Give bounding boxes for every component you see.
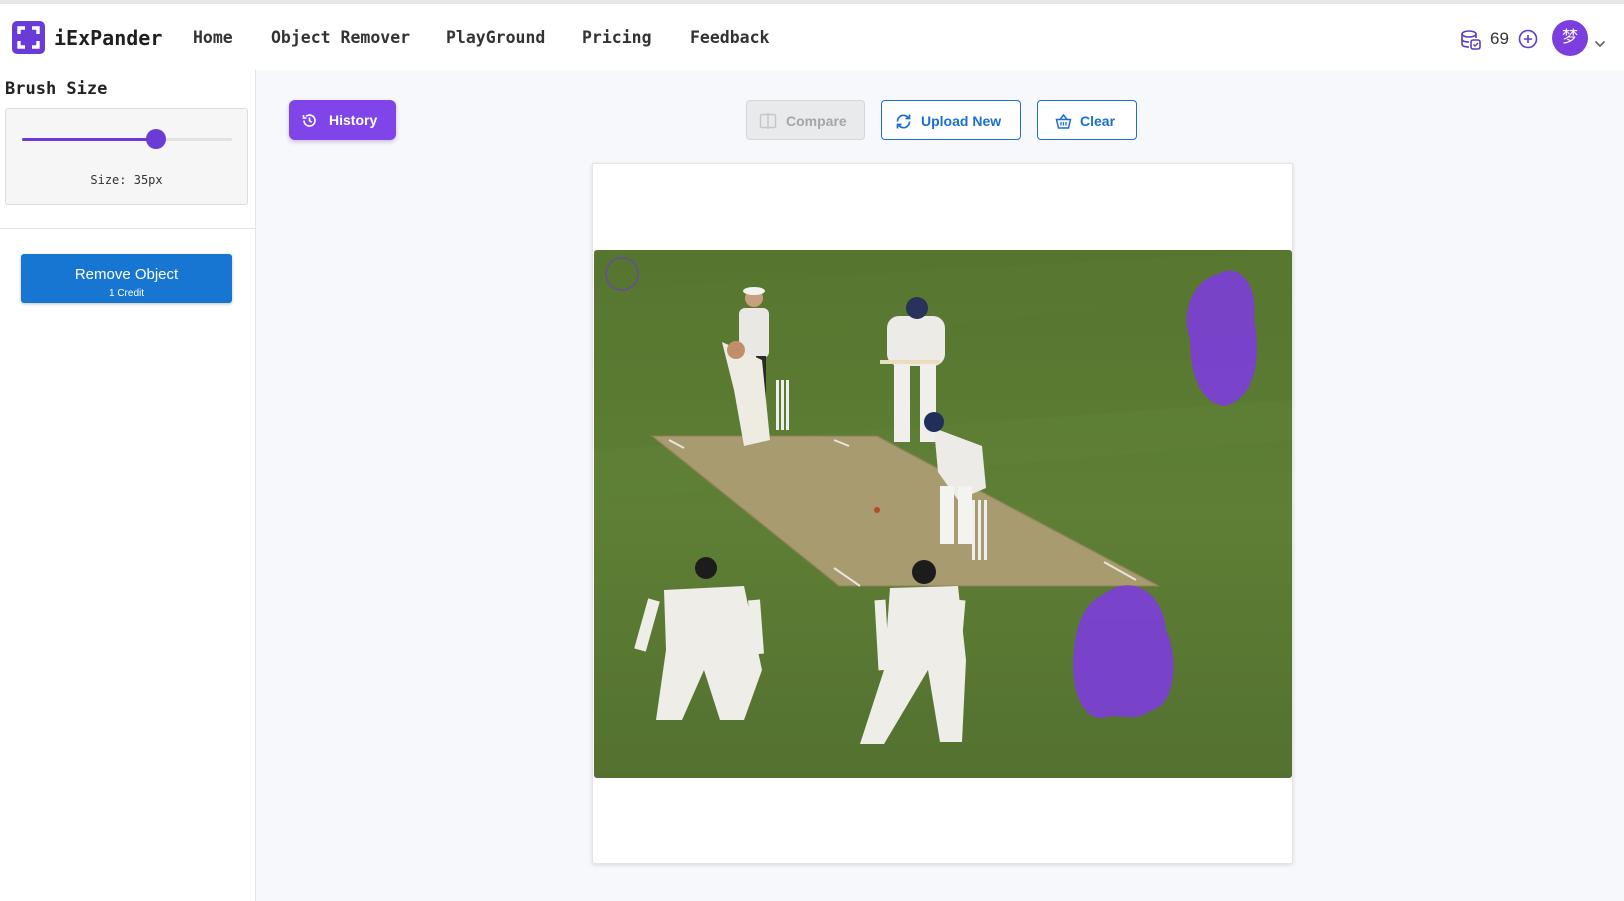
refresh-icon [894,112,913,134]
avatar[interactable]: 梦 [1552,20,1588,56]
nav-playground[interactable]: PlayGround [446,28,545,47]
credit-count: 69 [1490,29,1509,48]
brush-size-panel: Size: 35px [5,108,248,205]
sidebar-divider [0,228,256,229]
cricket-match-image [594,250,1292,778]
nav-object-remover[interactable]: Object Remover [271,28,410,47]
history-button[interactable]: History [289,100,396,140]
nav-feedback[interactable]: Feedback [690,28,769,47]
brush-size-title: Brush Size [5,79,108,99]
history-label: History [329,112,378,128]
brush-size-slider-fill [22,138,157,141]
top-navbar: iExPander Home Object Remover PlayGround… [0,4,1624,70]
brand-name[interactable]: iExPander [54,26,162,50]
editor-canvas[interactable] [592,163,1293,864]
brush-size-slider-thumb[interactable] [146,129,167,149]
nav-home[interactable]: Home [193,28,233,47]
clear-label: Clear [1080,113,1116,129]
remove-object-label: Remove Object [74,266,179,283]
uploaded-photo[interactable] [594,250,1292,778]
nav-pricing[interactable]: Pricing [582,28,652,47]
clear-button[interactable]: Clear [1037,100,1137,140]
upload-new-label: Upload New [921,113,1002,129]
basket-icon [1055,113,1072,133]
sidebar: Brush Size Size: 35px Remove Object 1 Cr… [0,70,256,901]
add-credits-icon[interactable] [1518,29,1538,54]
remove-object-button[interactable]: Remove Object 1 Credit [21,254,232,303]
remove-object-cost: 1 Credit [108,288,144,299]
chevron-down-icon[interactable] [1594,35,1606,53]
history-clock-icon [301,112,318,132]
expand-corners-icon[interactable] [12,21,45,54]
compare-split-icon [759,112,777,133]
brush-size-label: Size: 35px [90,173,163,187]
upload-new-button[interactable]: Upload New [881,100,1021,140]
compare-button[interactable]: Compare [746,100,865,140]
brush-size-slider-track[interactable] [22,138,232,141]
database-coins-icon [1460,29,1482,56]
compare-label: Compare [786,113,847,129]
